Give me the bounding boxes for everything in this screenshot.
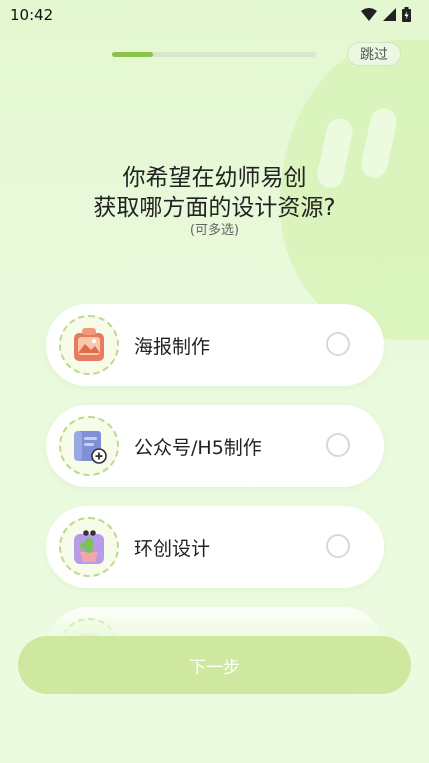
option-label: 公众号/H5制作 [134, 437, 262, 459]
status-bar: 10:42 [0, 0, 429, 30]
cactus-pot-icon [74, 530, 104, 564]
wifi-icon [361, 8, 377, 21]
onboarding-page: 10:42 跳过 你希望在幼师易创 获取哪方面的设计资源? (可多选) 海报制作… [0, 0, 429, 763]
option-wechat-h5[interactable]: 公众号/H5制作 [46, 405, 384, 487]
option-icon-circle [59, 517, 119, 577]
option-radio[interactable] [326, 433, 350, 457]
poster-icon [74, 328, 104, 361]
option-icon-circle [59, 315, 119, 375]
status-time: 10:42 [10, 6, 54, 24]
battery-icon [402, 7, 411, 22]
wechat-h5-icon [74, 431, 107, 464]
option-label: 海报制作 [134, 336, 211, 358]
status-icons [361, 7, 411, 22]
bottom-fade [0, 600, 429, 640]
next-step-button[interactable]: 下一步 [18, 636, 411, 694]
option-poster[interactable]: 海报制作 [46, 304, 384, 386]
onboarding-progress-bar [112, 52, 316, 57]
option-environment-design[interactable]: 环创设计 [46, 506, 384, 588]
question-title-line1: 你希望在幼师易创 [122, 165, 307, 191]
onboarding-progress-fill [112, 52, 153, 57]
option-radio[interactable] [326, 332, 350, 356]
option-radio[interactable] [326, 534, 350, 558]
skip-button[interactable]: 跳过 [347, 42, 401, 66]
question-title-line2: 获取哪方面的设计资源? [93, 195, 336, 221]
option-label: 环创设计 [134, 538, 211, 560]
signal-icon [383, 8, 396, 21]
option-icon-circle [59, 416, 119, 476]
multi-select-hint: (可多选) [189, 223, 240, 238]
